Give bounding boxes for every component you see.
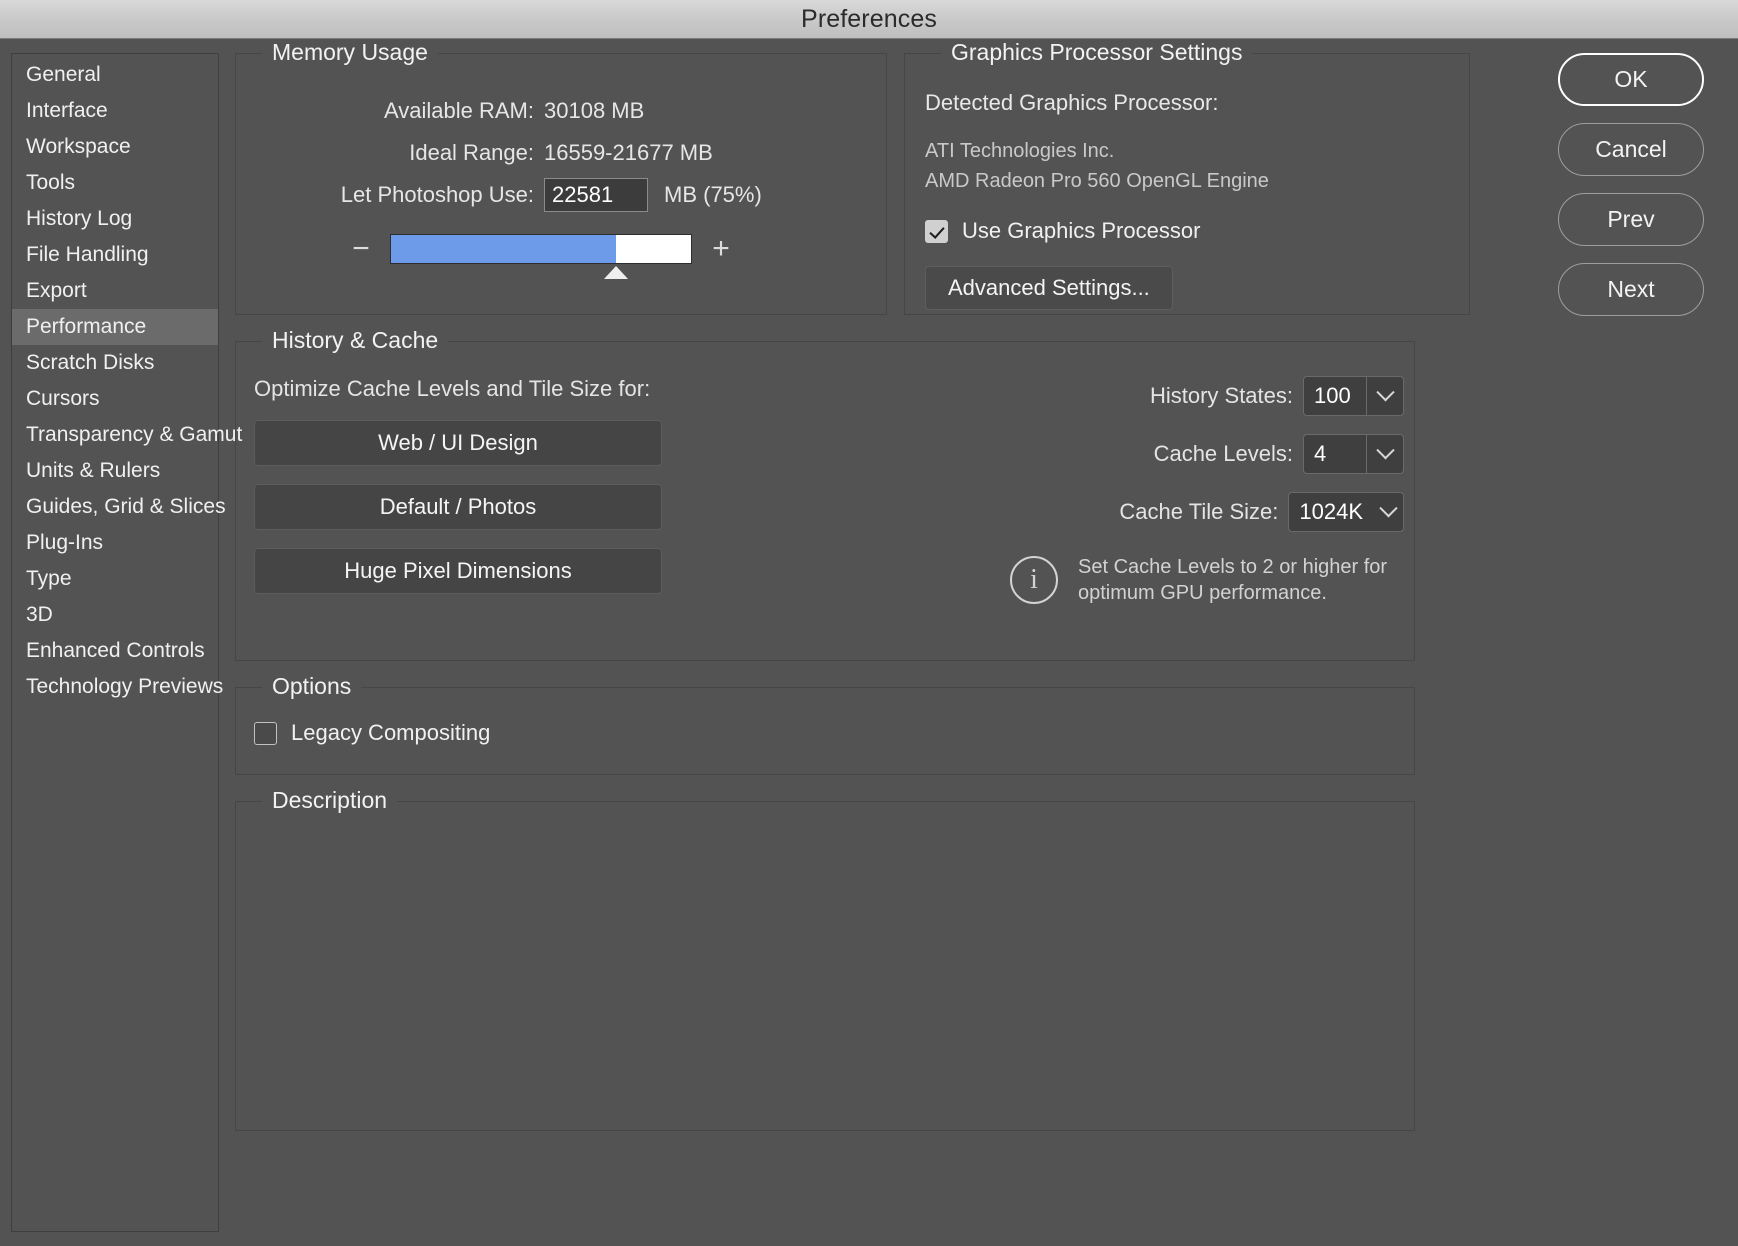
sidebar-item-scratch-disks[interactable]: Scratch Disks bbox=[12, 345, 218, 381]
cache-levels-row: Cache Levels: 4 bbox=[874, 434, 1404, 474]
sidebar-item-plug-ins[interactable]: Plug-Ins bbox=[12, 525, 218, 561]
sidebar-item-general[interactable]: General bbox=[12, 57, 218, 93]
cache-levels-label: Cache Levels: bbox=[1153, 441, 1293, 466]
graphics-processor-body: Detected Graphics Processor: ATI Technol… bbox=[905, 54, 1469, 310]
sidebar-item-units-rulers[interactable]: Units & Rulers bbox=[12, 453, 218, 489]
legacy-compositing-row[interactable]: Legacy Compositing bbox=[236, 688, 1414, 746]
sidebar-item-performance[interactable]: Performance bbox=[12, 309, 218, 345]
options-group: Options Legacy Compositing bbox=[235, 673, 1415, 775]
sidebar-item-history-log[interactable]: History Log bbox=[12, 201, 218, 237]
dialog-action-buttons: OK Cancel Prev Next bbox=[1538, 39, 1724, 1246]
preferences-content-pane: Memory Usage Available RAM: 30108 MB Ide… bbox=[219, 39, 1538, 1246]
available-ram-value: 30108 MB bbox=[544, 98, 645, 123]
gpu-vendor: ATI Technologies Inc. bbox=[925, 140, 1115, 162]
description-legend: Description bbox=[262, 787, 398, 814]
sidebar-item-cursors[interactable]: Cursors bbox=[12, 381, 218, 417]
history-states-row: History States: 100 bbox=[874, 376, 1404, 416]
cache-preset-default-photos-button[interactable]: Default / Photos bbox=[254, 484, 662, 530]
ideal-range-value: 16559-21677 MB bbox=[544, 140, 713, 165]
decrease-memory-icon[interactable]: − bbox=[344, 234, 378, 264]
cache-tile-size-row: Cache Tile Size: 1024K bbox=[874, 492, 1404, 532]
sidebar-item-interface[interactable]: Interface bbox=[12, 93, 218, 129]
cache-hint-line-1: Set Cache Levels to 2 or higher for bbox=[1078, 556, 1388, 578]
next-button[interactable]: Next bbox=[1558, 263, 1704, 316]
cache-preset-buttons: Web / UI Design Default / Photos Huge Pixe… bbox=[254, 420, 874, 594]
chevron-down-icon[interactable] bbox=[1366, 377, 1403, 415]
increase-memory-icon[interactable]: + bbox=[704, 234, 738, 264]
description-text bbox=[236, 802, 1414, 862]
available-ram-label: Available RAM: bbox=[384, 98, 534, 123]
ok-button[interactable]: OK bbox=[1558, 53, 1704, 106]
preferences-dialog: General Interface Workspace Tools History Lo… bbox=[0, 39, 1738, 1246]
history-cache-body: Optimize Cache Levels and Tile Size for:… bbox=[236, 342, 1414, 660]
cache-hint-text: Set Cache Levels to 2 or higher for opti… bbox=[1078, 554, 1398, 606]
sidebar-item-workspace[interactable]: Workspace bbox=[12, 129, 218, 165]
memory-slider[interactable] bbox=[390, 234, 692, 279]
cache-field-rows: History States: 100 Cache Levels: 4 Cache Ti… bbox=[874, 376, 1404, 532]
sidebar-item-type[interactable]: Type bbox=[12, 561, 218, 597]
let-photoshop-use-row: Let Photoshop Use: MB (75%) bbox=[236, 174, 886, 216]
sidebar-item-enhanced-controls[interactable]: Enhanced Controls bbox=[12, 633, 218, 669]
cache-preset-web-ui-design-button[interactable]: Web / UI Design bbox=[254, 420, 662, 466]
history-states-label: History States: bbox=[1149, 383, 1293, 408]
sidebar-item-file-handling[interactable]: File Handling bbox=[12, 237, 218, 273]
cache-tile-size-dropdown[interactable]: 1024K bbox=[1288, 492, 1404, 532]
memory-usage-legend: Memory Usage bbox=[262, 39, 438, 66]
cache-tile-size-label: Cache Tile Size: bbox=[1119, 499, 1279, 524]
memory-slider-fill bbox=[391, 235, 616, 263]
cache-preset-huge-pixel-dimensions-button[interactable]: Huge Pixel Dimensions bbox=[254, 548, 662, 594]
use-graphics-processor-checkbox[interactable] bbox=[925, 219, 948, 243]
info-icon: i bbox=[1010, 556, 1058, 604]
sidebar-item-transparency-gamut[interactable]: Transparency & Gamut bbox=[12, 417, 242, 453]
cache-tile-size-value: 1024K bbox=[1299, 499, 1363, 524]
graphics-processor-legend: Graphics Processor Settings bbox=[941, 39, 1253, 66]
top-panels-row: Memory Usage Available RAM: 30108 MB Ide… bbox=[235, 39, 1538, 315]
prev-button[interactable]: Prev bbox=[1558, 193, 1704, 246]
cache-fields-column: History States: 100 Cache Levels: 4 Cache Ti… bbox=[874, 376, 1414, 660]
legacy-compositing-label: Legacy Compositing bbox=[291, 720, 491, 745]
memory-slider-thumb[interactable] bbox=[604, 266, 628, 279]
memory-slider-row: − + bbox=[236, 234, 886, 279]
cancel-button[interactable]: Cancel bbox=[1558, 123, 1704, 176]
advanced-settings-button[interactable]: Advanced Settings... bbox=[925, 266, 1173, 310]
cache-hint-row: i Set Cache Levels to 2 or higher for op… bbox=[874, 554, 1404, 606]
use-graphics-processor-label: Use Graphics Processor bbox=[962, 218, 1201, 243]
optimize-cache-label: Optimize Cache Levels and Tile Size for: bbox=[254, 376, 651, 401]
cache-presets-column: Optimize Cache Levels and Tile Size for:… bbox=[236, 376, 874, 660]
gpu-renderer: AMD Radeon Pro 560 OpenGL Engine bbox=[925, 170, 1269, 192]
chevron-down-icon[interactable] bbox=[1373, 493, 1403, 531]
chevron-down-icon[interactable] bbox=[1366, 435, 1403, 473]
history-cache-legend: History & Cache bbox=[262, 327, 449, 354]
history-states-dropdown[interactable]: 100 bbox=[1303, 376, 1404, 416]
options-legend: Options bbox=[262, 673, 362, 700]
memory-amount-input[interactable] bbox=[544, 178, 648, 212]
memory-usage-group: Memory Usage Available RAM: 30108 MB Ide… bbox=[235, 39, 887, 315]
dialog-titlebar: Preferences bbox=[0, 0, 1738, 39]
sidebar-item-guides-grid-slices[interactable]: Guides, Grid & Slices bbox=[12, 489, 226, 525]
sidebar-item-export[interactable]: Export bbox=[12, 273, 218, 309]
detected-gpu-label: Detected Graphics Processor: bbox=[925, 90, 1219, 115]
available-ram-row: Available RAM: 30108 MB bbox=[236, 90, 886, 132]
description-group: Description bbox=[235, 787, 1415, 1131]
graphics-processor-group: Graphics Processor Settings Detected Gra… bbox=[904, 39, 1470, 315]
memory-percent-label: MB (75%) bbox=[664, 182, 762, 207]
history-states-value: 100 bbox=[1314, 383, 1351, 408]
page-title: Preferences bbox=[801, 4, 937, 33]
cache-hint-line-2: optimum GPU performance. bbox=[1078, 582, 1327, 604]
ideal-range-row: Ideal Range: 16559-21677 MB bbox=[236, 132, 886, 174]
history-cache-group: History & Cache Optimize Cache Levels an… bbox=[235, 327, 1415, 661]
sidebar-item-tools[interactable]: Tools bbox=[12, 165, 218, 201]
ideal-range-label: Ideal Range: bbox=[409, 140, 534, 165]
sidebar-item-technology-previews[interactable]: Technology Previews bbox=[12, 669, 223, 705]
cache-levels-value: 4 bbox=[1314, 441, 1327, 466]
preferences-category-list[interactable]: General Interface Workspace Tools History Lo… bbox=[11, 53, 242, 1232]
memory-usage-body: Available RAM: 30108 MB Ideal Range: 165… bbox=[236, 54, 886, 279]
sidebar-item-3d[interactable]: 3D bbox=[12, 597, 218, 633]
let-photoshop-use-label: Let Photoshop Use: bbox=[340, 182, 534, 207]
cache-levels-dropdown[interactable]: 4 bbox=[1303, 434, 1404, 474]
use-graphics-processor-row[interactable]: Use Graphics Processor bbox=[925, 218, 1469, 244]
legacy-compositing-checkbox[interactable] bbox=[254, 721, 277, 745]
